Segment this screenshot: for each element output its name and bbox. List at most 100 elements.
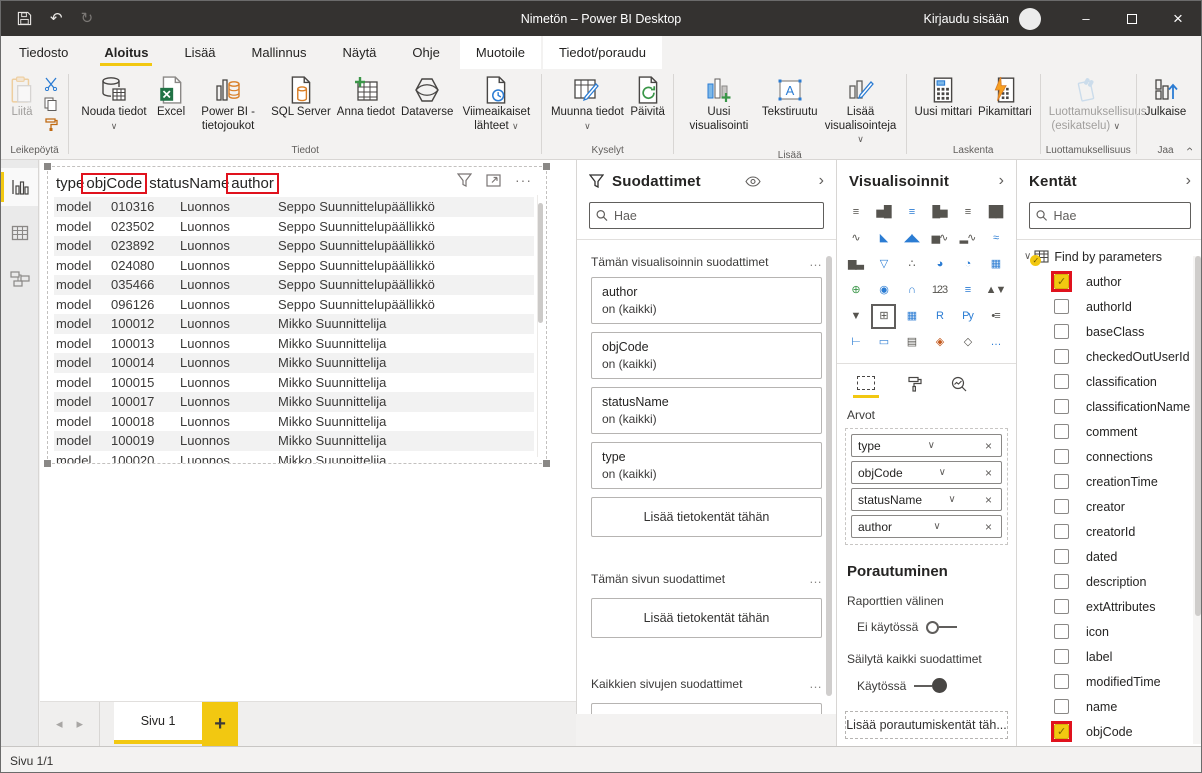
field-checkbox[interactable] bbox=[1054, 699, 1069, 714]
enter-data-button[interactable]: Anna tiedot bbox=[334, 72, 398, 122]
table-row[interactable]: model 096126 Luonnos Seppo Suunnittelupä… bbox=[54, 295, 534, 315]
power-bi-datasets-button[interactable]: Power BI -tietojoukot bbox=[188, 72, 268, 135]
table-row[interactable]: model 100017 Luonnos Mikko Suunnittelija bbox=[54, 392, 534, 412]
field-item[interactable]: name bbox=[1017, 694, 1202, 719]
field-checkbox[interactable] bbox=[1054, 599, 1069, 614]
get-data-button[interactable]: Nouda tiedot ∨ bbox=[74, 72, 154, 135]
field-checkbox[interactable] bbox=[1054, 399, 1069, 414]
field-pill[interactable]: type ∨ × bbox=[851, 434, 1002, 457]
field-item[interactable]: label bbox=[1017, 644, 1202, 669]
field-checkbox[interactable] bbox=[1054, 624, 1069, 639]
visual-type-icon[interactable]: ▆▃ bbox=[845, 254, 866, 275]
visual-type-icon[interactable]: … bbox=[985, 332, 1006, 353]
refresh-button[interactable]: Päivitä bbox=[627, 72, 668, 122]
table-row[interactable]: model 023502 Luonnos Seppo Suunnittelupä… bbox=[54, 217, 534, 237]
visual-type-icon[interactable]: ◔ bbox=[957, 254, 978, 275]
visual-type-icon[interactable]: ▅█ bbox=[873, 202, 894, 223]
next-page-icon[interactable]: ▸ bbox=[77, 716, 84, 732]
visual-type-icon[interactable]: ∴ bbox=[901, 254, 922, 275]
pill-dropdown-icon[interactable]: ∨ bbox=[930, 521, 943, 532]
more-options-icon[interactable]: ··· bbox=[515, 176, 532, 184]
excel-button[interactable]: Excel bbox=[154, 72, 188, 122]
filter-card[interactable]: objCode on (kaikki) bbox=[591, 332, 822, 379]
table-row[interactable]: model 100019 Luonnos Mikko Suunnittelija bbox=[54, 431, 534, 451]
resize-handle[interactable] bbox=[543, 163, 550, 170]
collapse-pane-icon[interactable]: › bbox=[999, 172, 1004, 190]
table-row[interactable]: model 100018 Luonnos Mikko Suunnittelija bbox=[54, 412, 534, 432]
visual-type-icon[interactable]: ▦ bbox=[985, 254, 1006, 275]
field-checkbox[interactable] bbox=[1054, 349, 1069, 364]
focus-mode-icon[interactable] bbox=[486, 173, 501, 187]
table-row[interactable]: model 024080 Luonnos Seppo Suunnittelupä… bbox=[54, 256, 534, 276]
visual-type-icon[interactable]: ⊞ bbox=[873, 306, 894, 327]
publish-button[interactable]: Julkaise bbox=[1142, 72, 1190, 122]
collapse-ribbon-icon[interactable]: › bbox=[1182, 147, 1196, 151]
analytics-tab[interactable] bbox=[951, 376, 967, 398]
table-row[interactable]: model 100012 Luonnos Mikko Suunnittelija bbox=[54, 314, 534, 334]
table-row[interactable]: model 100020 Luonnos Mikko Suunnittelija bbox=[54, 451, 534, 464]
field-checkbox[interactable] bbox=[1054, 474, 1069, 489]
field-checkbox[interactable] bbox=[1054, 674, 1069, 689]
field-item[interactable]: dated bbox=[1017, 544, 1202, 569]
field-item[interactable]: baseClass bbox=[1017, 319, 1202, 344]
column-header[interactable]: type bbox=[54, 175, 84, 192]
section-more-icon[interactable]: … bbox=[809, 676, 822, 691]
field-item[interactable]: connections bbox=[1017, 444, 1202, 469]
account-avatar[interactable] bbox=[1019, 8, 1041, 30]
filter-icon[interactable] bbox=[457, 173, 472, 187]
column-header[interactable]: objCode bbox=[84, 175, 147, 192]
filter-card[interactable]: author on (kaikki) bbox=[591, 277, 822, 324]
visual-type-icon[interactable]: ▼ bbox=[845, 306, 866, 327]
field-pill[interactable]: author ∨ × bbox=[851, 515, 1002, 538]
eye-icon[interactable] bbox=[745, 176, 761, 187]
field-item[interactable]: modifiedTime bbox=[1017, 669, 1202, 694]
fields-search-input[interactable] bbox=[1053, 209, 1184, 223]
pill-remove-icon[interactable]: × bbox=[982, 439, 995, 453]
field-checkbox[interactable] bbox=[1054, 724, 1069, 739]
copy-icon[interactable] bbox=[42, 95, 59, 112]
field-checkbox[interactable] bbox=[1054, 649, 1069, 664]
field-item[interactable]: authorId bbox=[1017, 294, 1202, 319]
visual-type-icon[interactable]: ▂∿ bbox=[957, 228, 978, 249]
ribbon-tab[interactable]: Näytä bbox=[328, 36, 390, 69]
ribbon-tab[interactable]: Ohje bbox=[398, 36, 453, 69]
ribbon-tab[interactable]: Aloitus bbox=[90, 36, 162, 69]
visual-type-icon[interactable]: ▅∿ bbox=[929, 228, 950, 249]
fields-search[interactable] bbox=[1029, 202, 1191, 229]
field-checkbox[interactable] bbox=[1054, 424, 1069, 439]
filter-drop-area[interactable]: Lisää tietokentät tähän bbox=[591, 703, 822, 714]
visual-type-icon[interactable]: ◉ bbox=[873, 280, 894, 301]
prev-page-icon[interactable]: ◂ bbox=[56, 716, 63, 732]
undo-icon[interactable]: ↶ bbox=[50, 11, 63, 26]
fields-tab[interactable] bbox=[853, 376, 879, 398]
ribbon-contextual-tab[interactable]: Muotoile bbox=[460, 36, 541, 69]
minimize-button[interactable]: – bbox=[1063, 1, 1109, 36]
field-checkbox[interactable] bbox=[1054, 574, 1069, 589]
field-item[interactable]: author bbox=[1017, 269, 1202, 294]
filters-search[interactable] bbox=[589, 202, 824, 229]
field-checkbox[interactable] bbox=[1054, 274, 1069, 289]
pill-remove-icon[interactable]: × bbox=[982, 466, 995, 480]
field-pill[interactable]: objCode ∨ × bbox=[851, 461, 1002, 484]
visual-type-icon[interactable]: ▲▼ bbox=[985, 280, 1006, 301]
visual-type-icon[interactable]: ≡ bbox=[845, 202, 866, 223]
keep-filters-toggle[interactable] bbox=[914, 678, 947, 693]
more-visuals-button[interactable]: Lisää visualisointeja ∨ bbox=[821, 72, 901, 149]
pill-dropdown-icon[interactable]: ∨ bbox=[945, 494, 958, 505]
field-item[interactable]: classificationName bbox=[1017, 394, 1202, 419]
maximize-button[interactable] bbox=[1109, 1, 1155, 36]
pill-remove-icon[interactable]: × bbox=[982, 493, 995, 507]
new-visual-button[interactable]: Uusi visualisointi bbox=[679, 72, 759, 135]
visual-type-icon[interactable]: █▅ bbox=[929, 202, 950, 223]
pill-remove-icon[interactable]: × bbox=[982, 520, 995, 534]
save-icon[interactable] bbox=[17, 11, 32, 26]
filter-card[interactable]: statusName on (kaikki) bbox=[591, 387, 822, 434]
field-checkbox[interactable] bbox=[1054, 549, 1069, 564]
data-view-button[interactable] bbox=[1, 214, 38, 252]
visual-type-icon[interactable]: R bbox=[929, 306, 950, 327]
field-checkbox[interactable] bbox=[1054, 324, 1069, 339]
visual-type-icon[interactable]: ≈ bbox=[985, 228, 1006, 249]
column-header[interactable]: statusName bbox=[147, 175, 229, 192]
visual-type-icon[interactable]: ◈ bbox=[929, 332, 950, 353]
ribbon-contextual-tab[interactable]: Tiedot/poraudu bbox=[543, 36, 662, 69]
